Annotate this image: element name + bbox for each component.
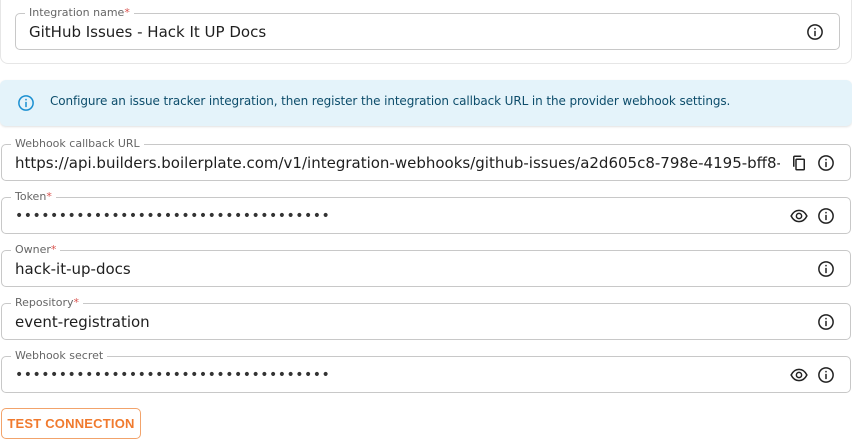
- info-icon: [17, 94, 35, 112]
- repository-label: Repository*: [11, 296, 83, 310]
- owner-field[interactable]: Owner* hack-it-up-docs: [1, 243, 851, 287]
- token-value[interactable]: ••••••••••••••••••••••••••••••••••••: [15, 208, 330, 224]
- info-banner: Configure an issue tracker integration, …: [0, 80, 852, 126]
- repository-field[interactable]: Repository* event-registration: [1, 296, 851, 340]
- webhook-secret-value[interactable]: ••••••••••••••••••••••••••••••••••••: [15, 367, 330, 383]
- repository-value[interactable]: event-registration: [15, 313, 150, 331]
- eye-icon[interactable]: [790, 207, 808, 225]
- info-icon[interactable]: [817, 207, 835, 225]
- info-icon[interactable]: [817, 260, 835, 278]
- eye-icon[interactable]: [790, 366, 808, 384]
- webhook-callback-url-label: Webhook callback URL: [11, 137, 144, 151]
- token-label: Token*: [11, 190, 56, 204]
- integration-name-value[interactable]: GitHub Issues - Hack It UP Docs: [29, 23, 266, 41]
- webhook-callback-url-value[interactable]: https://api.builders.boilerplate.com/v1/…: [15, 154, 780, 172]
- owner-value[interactable]: hack-it-up-docs: [15, 260, 131, 278]
- integration-name-card: Integration name* GitHub Issues - Hack I…: [0, 0, 852, 64]
- test-connection-button[interactable]: TEST CONNECTION: [1, 408, 141, 439]
- owner-label: Owner*: [11, 243, 61, 257]
- info-icon[interactable]: [806, 23, 824, 41]
- webhook-secret-label: Webhook secret: [11, 349, 108, 363]
- webhook-secret-field[interactable]: Webhook secret •••••••••••••••••••••••••…: [1, 349, 851, 393]
- copy-icon[interactable]: [790, 154, 808, 172]
- banner-message: Configure an issue tracker integration, …: [50, 94, 731, 108]
- info-icon[interactable]: [817, 154, 835, 172]
- integration-name-label: Integration name*: [25, 6, 134, 20]
- webhook-callback-url-field[interactable]: Webhook callback URL https://api.builder…: [1, 137, 851, 181]
- info-icon[interactable]: [817, 313, 835, 331]
- info-icon[interactable]: [817, 366, 835, 384]
- token-field[interactable]: Token* •••••••••••••••••••••••••••••••••…: [1, 190, 851, 234]
- integration-name-field[interactable]: Integration name* GitHub Issues - Hack I…: [15, 6, 840, 50]
